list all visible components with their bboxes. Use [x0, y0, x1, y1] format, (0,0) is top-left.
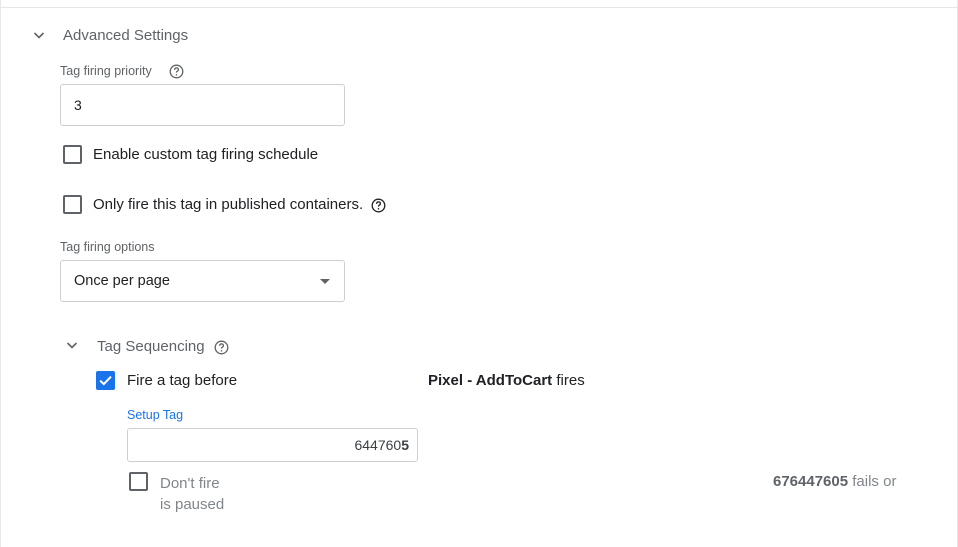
fire-before-checkbox[interactable]: [96, 371, 115, 390]
fires-suffix: fires: [552, 372, 585, 389]
help-icon[interactable]: [371, 198, 386, 213]
setup-tag-label: Setup Tag: [127, 408, 184, 422]
dont-fire-line2: is paused: [160, 496, 225, 513]
published-only-label: Only fire this tag in published containe…: [93, 196, 364, 213]
dont-fire-label: Don't fire is paused: [160, 473, 224, 515]
dont-fire-line1: Don't fire: [160, 475, 220, 492]
help-icon[interactable]: [169, 64, 184, 79]
divider: [1, 7, 958, 8]
caret-down-icon: [320, 279, 330, 284]
tag-settings-panel: Advanced Settings Tag firing priority 3 …: [0, 0, 958, 547]
setup-tag-value: 644760: [354, 437, 402, 453]
advanced-settings-title[interactable]: Advanced Settings: [63, 27, 188, 44]
text-cursor: 5: [401, 437, 409, 453]
priority-input[interactable]: 3: [60, 84, 345, 126]
custom-schedule-label: Enable custom tag firing schedule: [93, 146, 319, 163]
firing-options-label: Tag firing options: [60, 240, 155, 254]
help-icon[interactable]: [214, 340, 229, 355]
tag-sequencing-title[interactable]: Tag Sequencing: [97, 338, 205, 355]
fails-suffix: fails or: [848, 473, 897, 490]
current-tag-name: Pixel - AddToCart: [428, 372, 553, 389]
chevron-down-icon[interactable]: [65, 338, 79, 352]
priority-label: Tag firing priority: [60, 64, 152, 78]
fire-before-label: Fire a tag before: [127, 372, 238, 389]
fails-text: 676447605 fails or: [773, 473, 896, 490]
published-only-checkbox[interactable]: [63, 195, 82, 214]
firing-options-select[interactable]: Once per page: [60, 260, 345, 302]
custom-schedule-checkbox[interactable]: [63, 145, 82, 164]
dont-fire-checkbox[interactable]: [129, 472, 148, 491]
setup-tag-input[interactable]: 644760 5: [127, 428, 418, 462]
firing-options-value: Once per page: [74, 273, 170, 289]
fails-tag-id: 676447605: [773, 473, 849, 490]
fire-before-tag-text: Pixel - AddToCart fires: [428, 372, 585, 389]
chevron-down-icon[interactable]: [32, 28, 46, 42]
checkmark-icon: [99, 375, 112, 386]
